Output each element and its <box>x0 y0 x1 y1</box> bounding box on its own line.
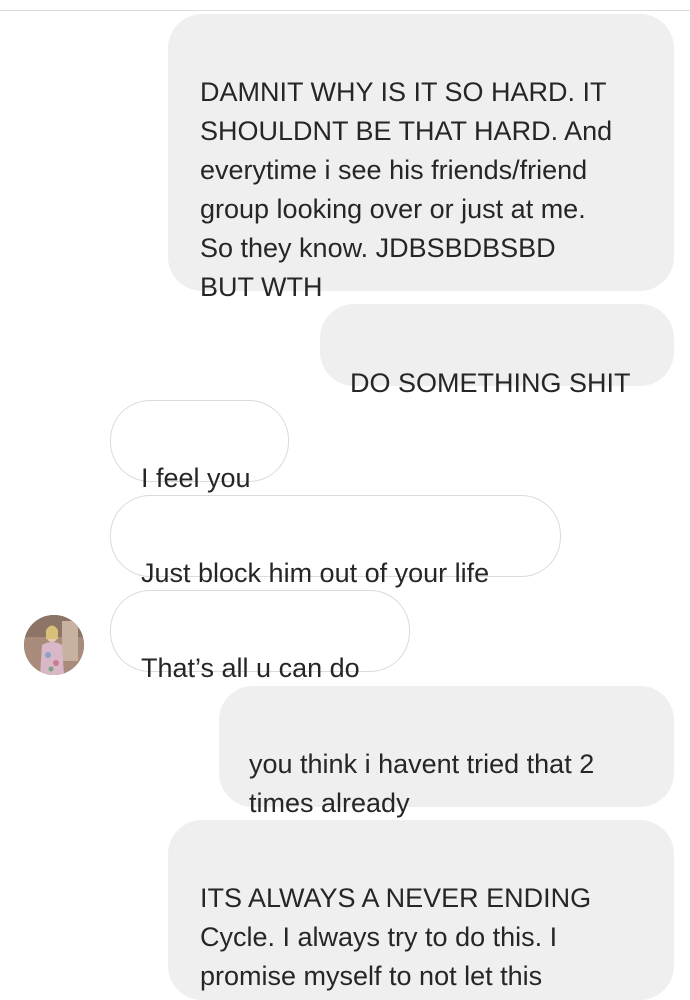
avatar[interactable] <box>24 615 84 675</box>
message-text: I feel you <box>141 463 251 493</box>
message-text: ITS ALWAYS A NEVER ENDING Cycle. I alway… <box>200 883 592 991</box>
message-text: DO SOMETHING SHIT <box>350 368 631 398</box>
sent-message-bubble[interactable]: you think i havent tried that 2 times al… <box>219 686 674 818</box>
message-text: Just block him out of your life <box>141 558 490 588</box>
sent-message-bubble[interactable]: ITS ALWAYS A NEVER ENDING Cycle. I alway… <box>168 820 674 1000</box>
received-message-bubble[interactable]: Just block him out of your life <box>110 495 561 588</box>
top-divider <box>0 10 690 11</box>
message-text: you think i havent tried that 2 times al… <box>249 749 595 818</box>
message-text: DAMNIT WHY IS IT SO HARD. IT SHOULDNT BE… <box>200 77 613 302</box>
message-text: That’s all u can do <box>141 653 360 683</box>
received-message-bubble[interactable]: That’s all u can do <box>110 590 410 683</box>
sent-message-bubble[interactable]: DO SOMETHING SHIT <box>320 304 674 398</box>
avatar-photo-icon <box>24 615 84 675</box>
sent-message-bubble[interactable]: DAMNIT WHY IS IT SO HARD. IT SHOULDNT BE… <box>168 14 674 302</box>
received-message-bubble[interactable]: I feel you <box>110 400 289 493</box>
